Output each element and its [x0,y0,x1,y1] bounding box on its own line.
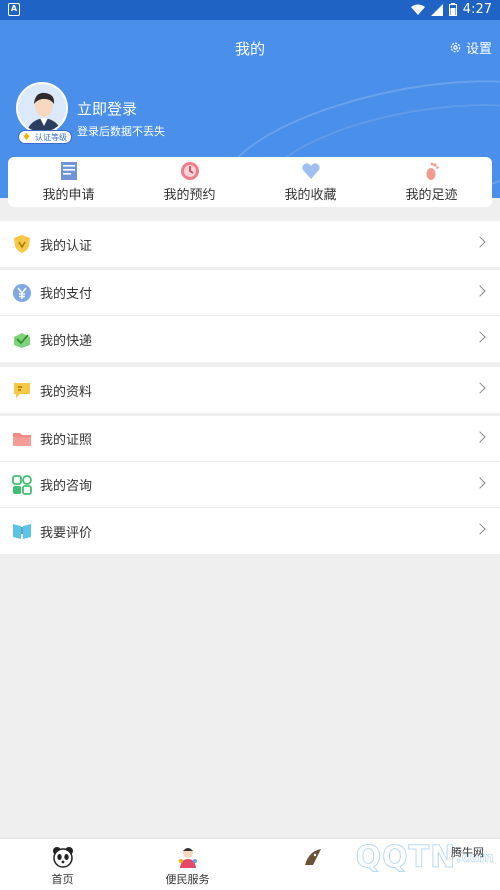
menu-my-payment[interactable]: 我的支付 [0,270,500,316]
application-icon [60,162,77,180]
tab-label: 便民服务 [165,873,210,886]
menu-label: 我的支付 [40,287,93,302]
menu-label: 我的快递 [40,333,93,349]
chevron-right-icon [474,331,486,343]
shield-icon [14,235,30,253]
quick-label: 我的申请 [42,188,95,203]
status-bar: A 4:27 [0,0,500,20]
menu-label: 我的认证 [40,238,93,254]
settings-button[interactable]: 设置 [449,38,492,57]
panda-icon [52,847,73,868]
login-subtitle: 登录后数据不丢失 [77,125,165,138]
chevron-right-icon [474,236,486,248]
menu-group-payment: 我的支付 我的快递 [0,270,500,362]
quick-my-appointment[interactable]: 我的预约 [129,157,250,207]
chevron-right-icon [474,477,486,489]
menu-group-documents: 我的资料 [0,367,500,413]
quick-label: 我的预约 [163,188,216,203]
menu-my-express[interactable]: 我的快递 [0,316,500,362]
menu-write-review[interactable]: 我要评价 [0,508,500,554]
wifi-icon [410,4,425,15]
heart-icon [301,163,320,179]
certification-badge: ♦ 认证等级 [18,130,72,144]
menu-label: 我的咨询 [40,479,93,494]
clock-icon [180,162,199,180]
quick-my-favorites[interactable]: 我的收藏 [250,157,371,207]
menu-my-documents[interactable]: 我的资料 [0,367,500,413]
tab-services[interactable]: 便民服务 [125,839,250,890]
tab-home[interactable]: 首页 [0,839,125,890]
document-icon [14,383,30,398]
quick-my-footprints[interactable]: 我的足迹 [371,157,492,207]
book-icon [13,524,31,539]
quick-label: 我的足迹 [405,188,458,203]
folder-icon [13,432,31,446]
menu-my-certification[interactable]: 我的认证 [0,221,500,267]
watermark-site-name: 腾牛网 [451,846,484,859]
menu-label: 我的资料 [40,384,93,400]
status-icons: 4:27 [410,2,492,17]
tab-label: 首页 [51,873,74,886]
menu-my-licenses[interactable]: 我的证照 [0,416,500,462]
signal-icon [430,3,443,16]
gear-icon [450,42,461,53]
service-icon [178,848,197,868]
chevron-right-icon [474,285,486,297]
page-title: 我的 [234,40,265,58]
site-watermark: 腾牛网 QQTN .com [355,840,494,876]
quick-label: 我的收藏 [284,188,337,203]
footprint-icon [426,162,439,180]
user-avatar-icon [18,84,66,132]
chevron-right-icon [474,382,486,394]
menu-group-services: 我的证照 我的咨询 我要评价 [0,416,500,554]
diamond-icon: ♦ [22,132,31,143]
login-link[interactable]: 立即登录 [77,98,137,119]
clock-time: 4:27 [462,2,492,17]
battery-icon [448,3,457,16]
chevron-right-icon [474,431,486,443]
avatar[interactable] [16,82,68,134]
menu-label: 我的证照 [40,433,93,448]
mascot-icon [304,849,321,865]
badge-label: 认证等级 [35,133,67,142]
consult-icon [12,474,32,495]
chevron-right-icon [474,523,486,535]
yen-icon [13,283,31,302]
package-icon [14,333,30,348]
watermark-text: QQTN [355,840,457,876]
notification-icon: A [8,3,20,16]
menu-my-consultation[interactable]: 我的咨询 [0,462,500,508]
settings-label: 设置 [465,42,492,57]
quick-my-application[interactable]: 我的申请 [8,157,129,207]
quick-actions: 我的申请 我的预约 我的收藏 我的足迹 [8,157,492,207]
menu-label: 我要评价 [40,525,93,541]
menu-group-certification: 我的认证 [0,221,500,267]
